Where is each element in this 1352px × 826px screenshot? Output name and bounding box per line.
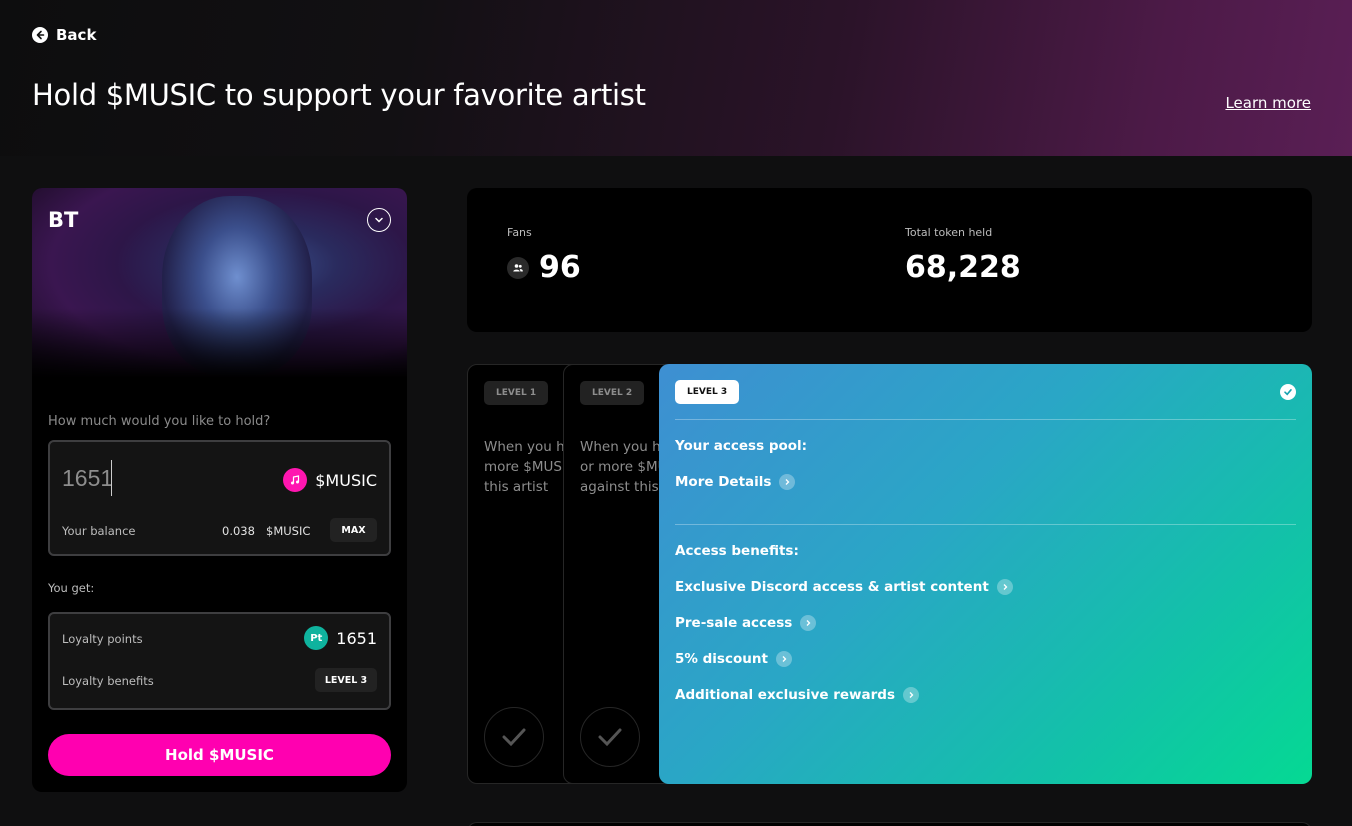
benefit-label: Additional exclusive rewards xyxy=(675,687,895,703)
access-pool-title: Your access pool: xyxy=(675,438,808,454)
selected-check-icon xyxy=(1280,384,1296,400)
hold-question: How much would you like to hold? xyxy=(48,414,271,429)
next-section-card xyxy=(467,822,1312,826)
info-chevron-icon xyxy=(902,687,919,703)
more-details-label: More Details xyxy=(675,474,772,490)
benefit-presale[interactable]: Pre-sale access xyxy=(675,615,817,631)
more-details-link[interactable]: More Details xyxy=(675,474,796,490)
level-3-chip: LEVEL 3 xyxy=(675,380,740,404)
level-2-chip: LEVEL 2 xyxy=(580,381,645,405)
level-3-card[interactable]: LEVEL 3 Your access pool: More Details A… xyxy=(659,364,1312,784)
check-icon xyxy=(502,728,526,747)
amount-input[interactable] xyxy=(62,460,112,496)
rewards-box: Loyalty points Pt 1651 Loyalty benefits … xyxy=(48,612,391,710)
points-icon: Pt xyxy=(304,626,329,650)
hold-music-button[interactable]: Hold $MUSIC xyxy=(48,734,391,776)
back-button[interactable]: Back xyxy=(32,26,96,44)
artist-name: BT xyxy=(48,208,79,232)
max-button[interactable]: MAX xyxy=(330,518,377,542)
amount-box: $MUSIC Your balance 0.038 $MUSIC MAX xyxy=(48,440,391,556)
chevron-down-icon xyxy=(375,217,383,223)
fans-value: 96 xyxy=(539,250,581,285)
divider xyxy=(675,419,1296,420)
level-1-chip: LEVEL 1 xyxy=(484,381,549,405)
token-selector: $MUSIC xyxy=(283,468,377,492)
back-label: Back xyxy=(56,26,97,44)
stats-card: Fans 96 Total token held 68,228 xyxy=(467,188,1312,332)
balance-label: Your balance xyxy=(62,524,136,538)
artist-card: BT How much would you like to hold? $MUS… xyxy=(32,188,407,792)
info-chevron-icon xyxy=(775,651,792,667)
benefit-discount[interactable]: 5% discount xyxy=(675,651,792,667)
balance-unit: $MUSIC xyxy=(266,524,311,538)
loyalty-level-badge: LEVEL 3 xyxy=(315,668,377,692)
music-note-icon xyxy=(283,468,308,492)
loyalty-points-value: 1651 xyxy=(336,628,377,648)
loyalty-points-label: Loyalty points xyxy=(62,632,143,646)
fans-label: Fans xyxy=(507,226,532,239)
benefit-label: 5% discount xyxy=(675,651,768,667)
loyalty-benefits-label: Loyalty benefits xyxy=(62,674,154,688)
artist-select-toggle[interactable] xyxy=(367,208,391,232)
fans-stat: 96 xyxy=(507,250,581,285)
artist-photo xyxy=(32,188,407,378)
learn-more-link[interactable]: Learn more xyxy=(1225,94,1311,112)
you-get-label: You get: xyxy=(48,581,95,595)
benefit-rewards[interactable]: Additional exclusive rewards xyxy=(675,687,919,703)
info-chevron-icon xyxy=(996,579,1013,595)
arrow-left-icon xyxy=(32,27,48,43)
check-icon xyxy=(598,728,622,747)
info-chevron-icon xyxy=(779,474,796,490)
info-chevron-icon xyxy=(800,615,817,631)
benefit-label: Pre-sale access xyxy=(675,615,793,631)
token-label: $MUSIC xyxy=(315,470,377,490)
page-title: Hold $MUSIC to support your favorite art… xyxy=(32,78,646,112)
fans-icon xyxy=(507,256,529,279)
access-benefits-title: Access benefits: xyxy=(675,543,799,559)
tokens-label: Total token held xyxy=(905,226,993,239)
level-1-check xyxy=(484,707,544,767)
loyalty-points: Pt 1651 xyxy=(304,626,377,650)
divider xyxy=(675,524,1296,525)
balance-value: 0.038 xyxy=(222,524,255,538)
tokens-value: 68,228 xyxy=(905,250,1021,285)
benefit-label: Exclusive Discord access & artist conten… xyxy=(675,579,989,595)
level-2-check xyxy=(580,707,640,767)
benefit-discord[interactable]: Exclusive Discord access & artist conten… xyxy=(675,579,1013,595)
